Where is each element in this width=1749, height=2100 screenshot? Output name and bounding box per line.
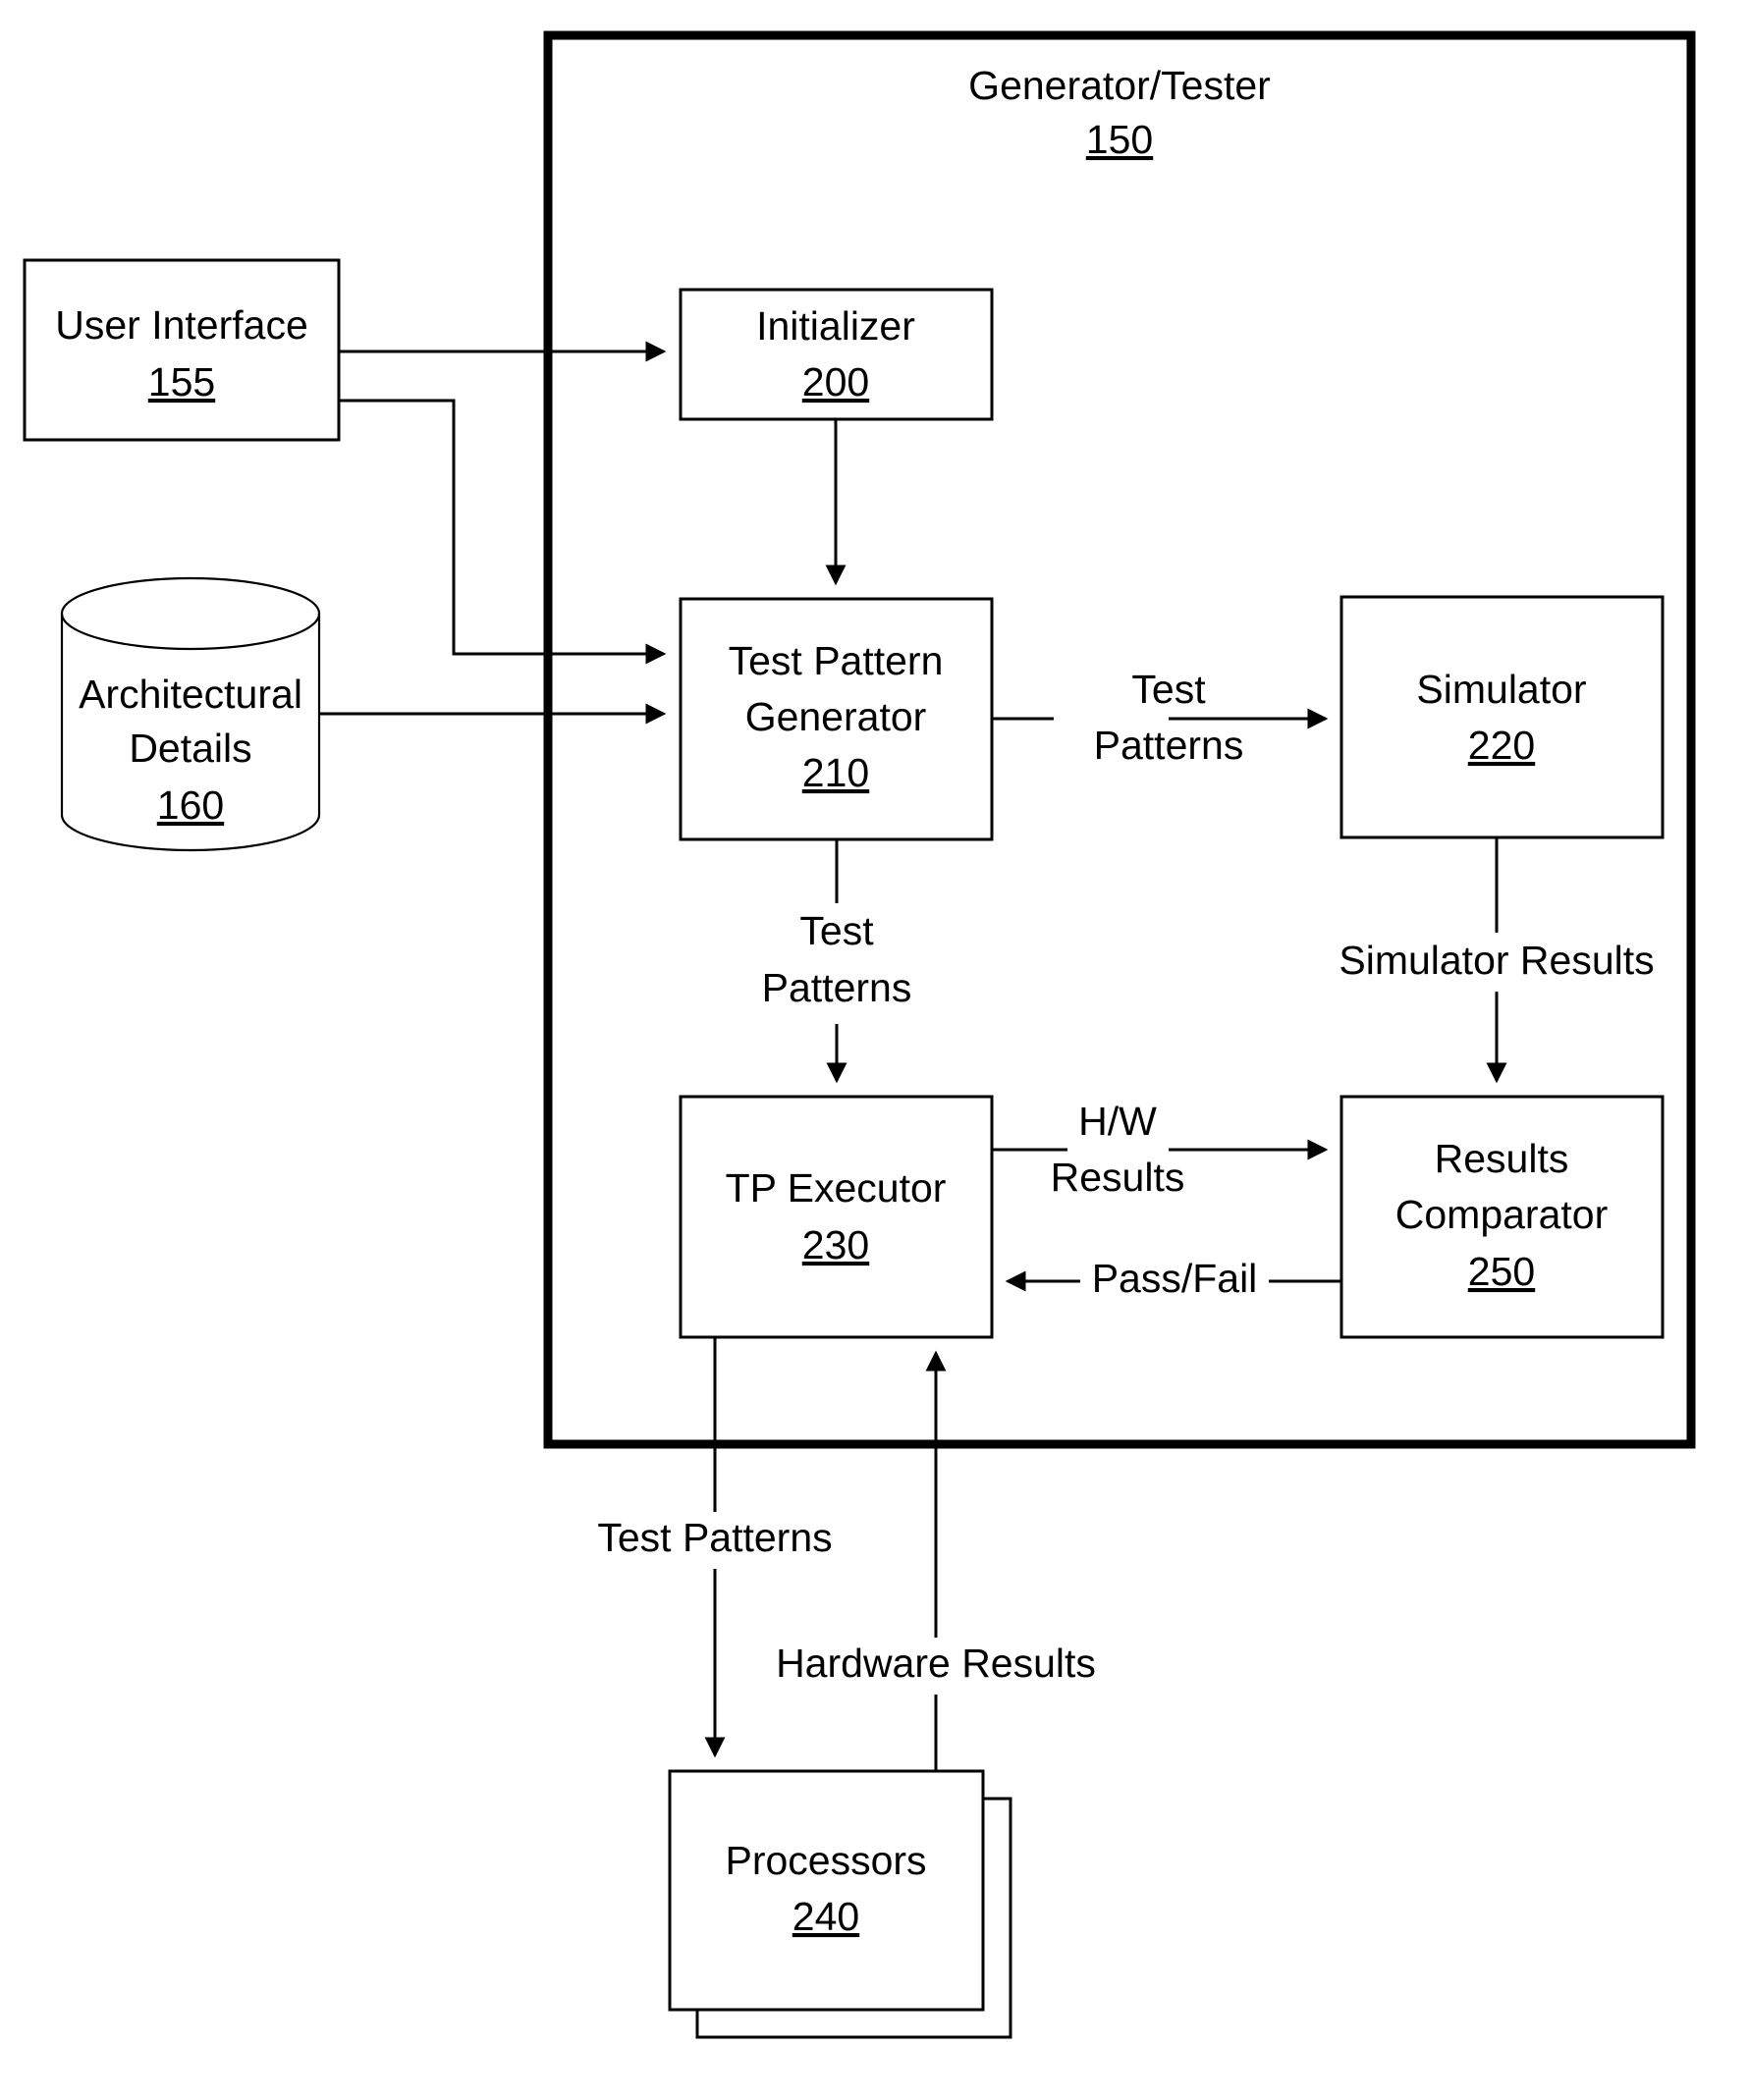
edge-label-hardware-results: Hardware Results [776, 1641, 1096, 1686]
block-architectural-details-label-2: Details [129, 726, 251, 771]
block-initializer-ref: 200 [802, 359, 869, 404]
block-test-pattern-generator-ref: 210 [802, 750, 869, 795]
block-diagram-svg: Generator/Tester 150 User Interface 155 … [23, 30, 1696, 2039]
generator-tester-ref: 150 [1086, 117, 1153, 162]
block-architectural-details-top [60, 576, 321, 651]
block-architectural-details-label-1: Architectural [79, 672, 302, 717]
edge-label-hw-results-line2: Results [1051, 1155, 1185, 1200]
block-user-interface-ref: 155 [148, 359, 215, 404]
block-processors-ref: 240 [793, 1894, 859, 1939]
block-architectural-details-ref: 160 [157, 782, 224, 828]
edge-label-hw-results-line1: H/W [1078, 1099, 1157, 1144]
edge-label-pass-fail: Pass/Fail [1092, 1256, 1258, 1301]
block-initializer-label: Initializer [756, 303, 915, 349]
block-processors-label: Processors [725, 1838, 926, 1883]
figure-canvas: Generator/Tester 150 User Interface 155 … [0, 0, 1749, 2100]
block-simulator-label: Simulator [1416, 667, 1586, 712]
block-tp-executor-ref: 230 [802, 1222, 869, 1267]
block-test-pattern-generator-label-1: Test Pattern [729, 638, 944, 683]
block-results-comparator-label-1: Results [1435, 1136, 1569, 1181]
edge-label-tpg-to-simulator-line1: Test [1131, 667, 1206, 712]
block-results-comparator-label-2: Comparator [1395, 1192, 1608, 1237]
block-simulator[interactable] [1339, 595, 1665, 839]
generator-tester-title: Generator/Tester [968, 63, 1271, 108]
block-user-interface-label: User Interface [55, 302, 308, 348]
edge-label-simulator-results: Simulator Results [1339, 938, 1654, 983]
edge-label-tpg-to-simulator-line2: Patterns [1094, 723, 1244, 768]
block-tp-executor-label: TP Executor [726, 1165, 947, 1211]
edge-label-tpg-to-executor-line1: Test [799, 908, 874, 953]
block-processors-front[interactable] [668, 1769, 985, 2012]
block-test-pattern-generator-label-2: Generator [745, 694, 927, 739]
block-user-interface[interactable] [23, 258, 341, 442]
block-simulator-ref: 220 [1468, 723, 1535, 768]
edge-label-tpg-to-executor-line2: Patterns [762, 965, 912, 1010]
block-tp-executor[interactable] [679, 1095, 994, 1339]
edge-label-test-patterns-to-processors: Test Patterns [597, 1515, 832, 1560]
edge-ui-to-test-pattern-generator [339, 399, 667, 665]
block-results-comparator-ref: 250 [1468, 1249, 1535, 1294]
